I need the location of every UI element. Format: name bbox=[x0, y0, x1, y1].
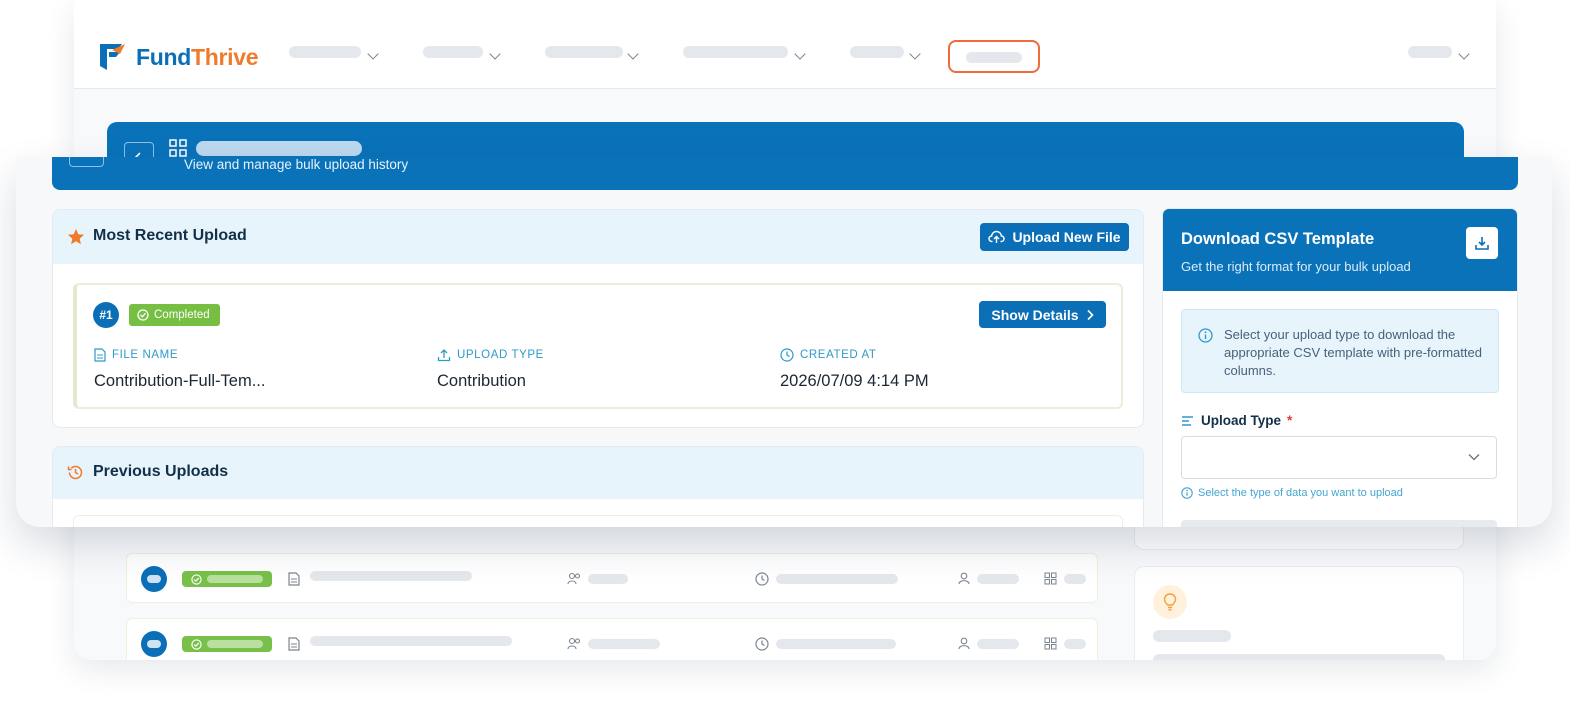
upload-new-file-button[interactable]: Upload New File bbox=[980, 223, 1129, 251]
chevron-down-icon bbox=[489, 48, 501, 60]
info-icon bbox=[1198, 328, 1213, 343]
clock-icon bbox=[755, 637, 769, 651]
lightbulb-icon bbox=[1163, 593, 1177, 611]
file-icon bbox=[288, 572, 300, 586]
clock-icon bbox=[755, 572, 769, 586]
chevron-down-icon bbox=[1468, 454, 1480, 461]
info-text: Select your upload type to download the … bbox=[1224, 327, 1482, 378]
tips-card bbox=[1134, 566, 1464, 660]
show-details-label: Show Details bbox=[991, 306, 1079, 323]
nav-item-5[interactable] bbox=[850, 46, 904, 58]
page-subtitle: View and manage bulk upload history bbox=[184, 157, 409, 172]
back-button-edge bbox=[69, 157, 104, 167]
chevron-down-icon bbox=[367, 48, 379, 60]
download-template-button[interactable] bbox=[1466, 227, 1498, 259]
users-icon bbox=[567, 637, 581, 650]
brand-logo[interactable]: FundThrive bbox=[98, 42, 259, 72]
card-title: Most Recent Upload bbox=[93, 227, 247, 244]
status-badge bbox=[182, 636, 272, 652]
front-panel: View and manage bulk upload history Most… bbox=[16, 157, 1552, 527]
clock-icon bbox=[780, 348, 794, 362]
info-box: Select your upload type to download the … bbox=[1181, 309, 1499, 393]
download-icon bbox=[1475, 237, 1489, 250]
nav-item-3[interactable] bbox=[545, 46, 623, 58]
show-details-button[interactable]: Show Details bbox=[979, 301, 1106, 328]
nav-item-2[interactable] bbox=[423, 46, 483, 58]
upload-type-label: UPLOAD TYPE bbox=[437, 348, 544, 362]
status-label: Completed bbox=[154, 309, 210, 321]
chevron-right-icon bbox=[1086, 309, 1094, 320]
download-button-placeholder[interactable] bbox=[1181, 520, 1497, 527]
required-mark: * bbox=[1287, 413, 1293, 428]
upload-type-select[interactable] bbox=[1181, 436, 1497, 479]
user-icon bbox=[958, 572, 970, 585]
nav-item-4[interactable] bbox=[683, 46, 788, 58]
file-icon bbox=[288, 637, 300, 651]
cloud-upload-icon bbox=[988, 230, 1006, 243]
check-circle-icon bbox=[191, 574, 202, 585]
card-header: Most Recent Upload Upload New File bbox=[53, 210, 1143, 264]
star-icon bbox=[68, 229, 84, 245]
status-badge bbox=[182, 571, 272, 587]
nav-item-active[interactable] bbox=[948, 40, 1040, 73]
status-badge: Completed bbox=[129, 304, 220, 326]
chevron-down-icon bbox=[627, 48, 639, 60]
upload-number-badge: #1 bbox=[93, 302, 119, 328]
info-icon bbox=[1181, 487, 1193, 499]
most-recent-upload-card: Most Recent Upload Upload New File #1 Co… bbox=[52, 209, 1144, 428]
user-menu[interactable] bbox=[1408, 46, 1452, 58]
grid-icon bbox=[1044, 637, 1057, 650]
previous-uploads-card: Previous Uploads bbox=[52, 446, 1144, 527]
card-subtitle: Get the right format for your bulk uploa… bbox=[1181, 259, 1411, 274]
users-icon bbox=[567, 572, 581, 585]
grid-icon bbox=[1044, 572, 1057, 585]
table-row[interactable] bbox=[126, 553, 1098, 603]
row-number-badge bbox=[141, 631, 167, 657]
chevron-down-icon bbox=[1458, 48, 1470, 60]
page-banner: View and manage bulk upload history bbox=[52, 157, 1518, 190]
history-icon bbox=[67, 465, 83, 480]
check-circle-icon bbox=[191, 639, 202, 650]
chevron-down-icon bbox=[794, 48, 806, 60]
list-icon bbox=[1182, 415, 1193, 426]
chevron-down-icon bbox=[909, 48, 921, 60]
file-icon bbox=[94, 348, 106, 362]
upload-type-field-label: Upload Type * bbox=[1181, 413, 1292, 428]
grid-icon bbox=[169, 139, 187, 157]
top-navigation: FundThrive bbox=[74, 0, 1496, 89]
created-at-value: 2026/07/09 4:14 PM bbox=[780, 372, 929, 390]
card-header: Previous Uploads bbox=[53, 447, 1143, 499]
recent-upload-item: #1 Completed Show Details FILE NAME Cont… bbox=[73, 283, 1123, 409]
card-title: Download CSV Template bbox=[1181, 230, 1375, 248]
fundthrive-logo-icon bbox=[100, 44, 125, 70]
file-name-value: Contribution-Full-Tem... bbox=[94, 372, 266, 390]
download-csv-template-card: Download CSV Template Get the right form… bbox=[1163, 209, 1517, 527]
upload-icon bbox=[437, 349, 451, 362]
created-at-label: CREATED AT bbox=[780, 348, 877, 362]
upload-new-file-label: Upload New File bbox=[1012, 229, 1121, 245]
field-hint: Select the type of data you want to uplo… bbox=[1181, 487, 1403, 499]
user-icon bbox=[958, 637, 970, 650]
tips-badge bbox=[1153, 585, 1187, 619]
brand-name: FundThrive bbox=[136, 43, 259, 70]
page-title-placeholder bbox=[196, 141, 362, 156]
card-title: Previous Uploads bbox=[93, 463, 229, 480]
file-name-label: FILE NAME bbox=[94, 348, 178, 362]
row-number-badge bbox=[141, 566, 167, 592]
card-header: Download CSV Template Get the right form… bbox=[1163, 209, 1517, 291]
table-row[interactable] bbox=[126, 618, 1098, 660]
nav-item-1[interactable] bbox=[289, 46, 361, 58]
list-item bbox=[73, 515, 1123, 527]
check-circle-icon bbox=[137, 309, 149, 321]
upload-type-value: Contribution bbox=[437, 372, 526, 390]
